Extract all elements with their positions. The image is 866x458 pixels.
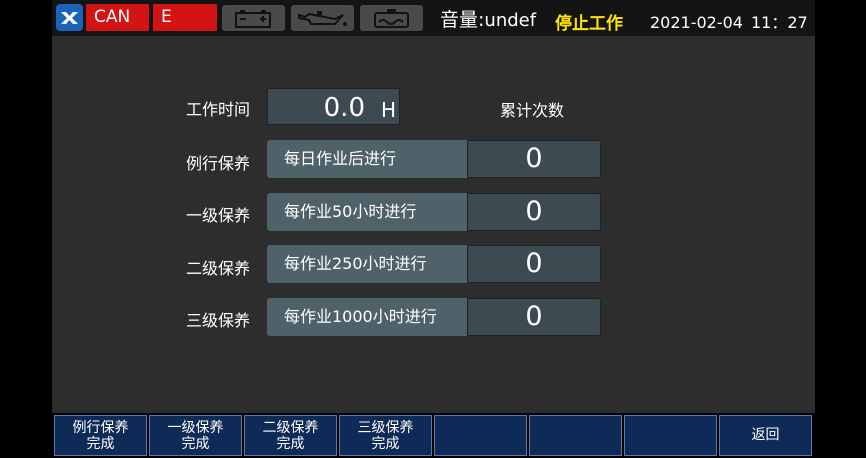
function-key-7[interactable] [624, 415, 717, 456]
fkey-label: 完成 [181, 436, 210, 452]
work-time-unit: H [380, 98, 396, 122]
maintenance-name: 一级保养 [186, 206, 251, 225]
maintenance-count: 0 [467, 140, 601, 178]
fkey-label: 完成 [276, 436, 305, 452]
routine-maintenance-done-button[interactable]: 例行保养 完成 [54, 415, 147, 456]
fkey-label: 一级保养 [167, 420, 224, 436]
fkey-label: 二级保养 [262, 420, 319, 436]
coolant-icon [360, 5, 423, 31]
fkey-label: 完成 [371, 436, 400, 452]
work-time-label: 工作时间 [186, 100, 251, 119]
level3-maintenance-done-button[interactable]: 三级保养 完成 [339, 415, 432, 456]
maintenance-name: 例行保养 [186, 154, 251, 173]
datetime: 2021-02-04 11：27 [650, 9, 808, 33]
maintenance-count: 0 [467, 193, 601, 231]
function-key-bar: 例行保养 完成 一级保养 完成 二级保养 完成 三级保养 完成 返回 [52, 413, 815, 458]
count-header: 累计次数 [500, 101, 565, 120]
time-text: 11：27 [750, 13, 808, 32]
maintenance-name: 三级保养 [186, 311, 251, 330]
work-time-display: 0.0 H [267, 88, 400, 125]
oil-pressure-icon [291, 5, 354, 31]
work-status: 停止工作 [555, 14, 623, 34]
maintenance-count: 0 [467, 298, 601, 336]
level1-maintenance-done-button[interactable]: 一级保养 完成 [149, 415, 242, 456]
maintenance-schedule: 每作业1000小时进行 [267, 298, 467, 336]
can-indicator: CAN [86, 4, 149, 31]
battery-icon [222, 5, 285, 31]
maintenance-name: 二级保养 [186, 259, 251, 278]
maintenance-schedule: 每作业250小时进行 [267, 245, 467, 283]
function-key-5[interactable] [434, 415, 527, 456]
fkey-label: 完成 [86, 436, 115, 452]
fkey-label: 三级保养 [357, 420, 414, 436]
volume-readout: 音量:undef [440, 5, 536, 32]
volume-value: undef [484, 10, 537, 31]
date-text: 2021-02-04 [650, 13, 743, 32]
back-label: 返回 [751, 427, 780, 443]
back-button[interactable]: 返回 [719, 415, 812, 456]
screen: CAN E 音量:undef 停止工作 2021-02-04 11：27 工作时… [52, 0, 815, 458]
maintenance-count: 0 [467, 245, 601, 283]
volume-label: 音量: [440, 9, 485, 31]
logo-icon [56, 4, 83, 31]
level2-maintenance-done-button[interactable]: 二级保养 完成 [244, 415, 337, 456]
status-bar: CAN E 音量:undef 停止工作 2021-02-04 11：27 [52, 0, 815, 36]
maintenance-schedule: 每作业50小时进行 [267, 193, 467, 231]
maintenance-schedule: 每日作业后进行 [267, 140, 467, 178]
error-indicator: E [153, 4, 217, 31]
work-time-value: 0.0 [323, 93, 365, 123]
function-key-6[interactable] [529, 415, 622, 456]
fkey-label: 例行保养 [72, 420, 129, 436]
